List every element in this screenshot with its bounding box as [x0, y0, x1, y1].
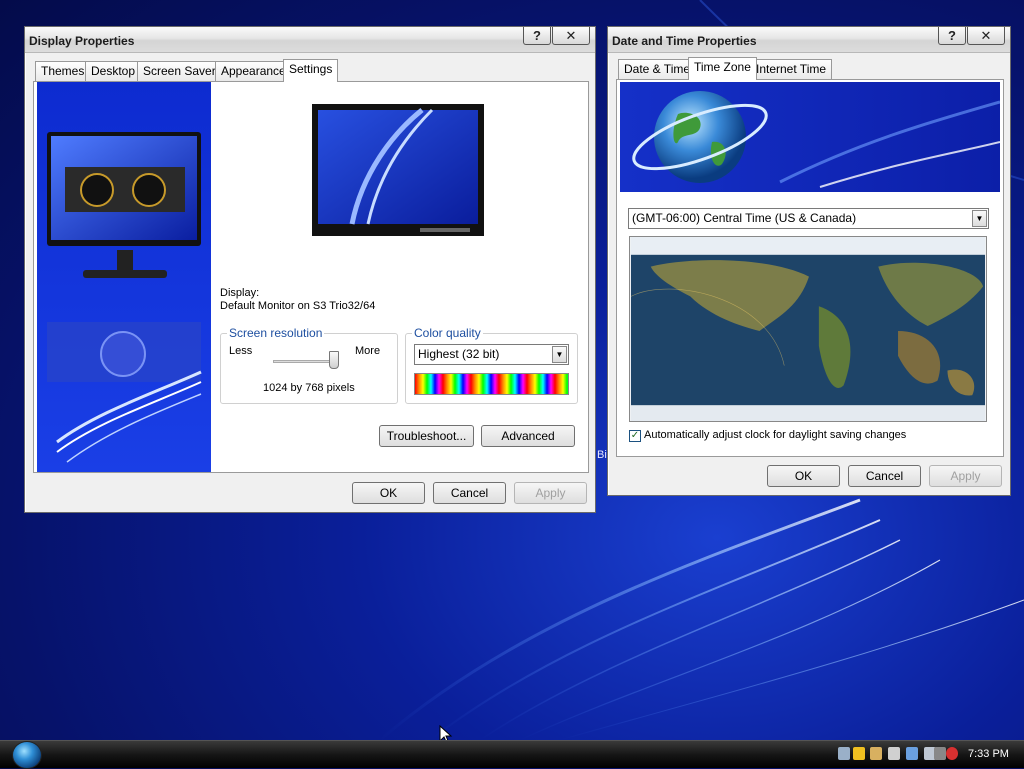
tray-app-icon[interactable]	[838, 747, 850, 760]
start-button[interactable]	[12, 741, 42, 769]
close-button[interactable]: ✕	[552, 27, 590, 45]
display-tabs: Themes Desktop Screen Saver Appearance S…	[33, 59, 593, 82]
screen-resolution-group: Screen resolution Less More 1024 by 768 …	[220, 326, 398, 404]
dst-checkbox[interactable]: ✓	[629, 430, 641, 442]
color-quality-select[interactable]: Highest (32 bit) ▼	[414, 344, 569, 365]
tab-appearance[interactable]: Appearance	[215, 61, 292, 81]
desktop-stray-text: Bi	[597, 449, 607, 461]
chevron-down-icon[interactable]: ▼	[972, 210, 987, 227]
screen-resolution-label: Screen resolution	[227, 326, 325, 340]
display-sidebar-art	[37, 82, 211, 472]
help-button[interactable]: ?	[523, 27, 551, 45]
tab-desktop[interactable]: Desktop	[85, 61, 142, 81]
display-titlebar[interactable]: Display Properties ? ✕	[25, 27, 595, 53]
display-value: Default Monitor on S3 Trio32/64	[220, 300, 376, 312]
date-time-properties-window: Date and Time Properties ? ✕ Date & Time…	[607, 26, 1011, 496]
world-map	[629, 236, 987, 422]
time-zone-select[interactable]: (GMT-06:00) Central Time (US & Canada) ▼	[628, 208, 989, 229]
taskbar-clock[interactable]: 7:33 PM	[968, 748, 1009, 760]
safely-remove-icon[interactable]	[934, 747, 946, 760]
display-label: Display:	[220, 287, 260, 299]
help-button[interactable]: ?	[938, 27, 966, 45]
tab-date-time[interactable]: Date & Time	[618, 59, 697, 79]
dst-checkbox-label: Automatically adjust clock for daylight …	[644, 429, 907, 441]
tab-screen-saver[interactable]: Screen Saver	[137, 61, 222, 81]
troubleshoot-button[interactable]: Troubleshoot...	[379, 425, 474, 447]
ok-button[interactable]: OK	[767, 465, 840, 487]
volume-icon[interactable]	[888, 747, 900, 760]
tab-settings[interactable]: Settings	[283, 59, 339, 82]
slider-less-label: Less	[229, 345, 253, 357]
apply-button[interactable]: Apply	[514, 482, 587, 504]
slider-more-label: More	[355, 345, 381, 357]
datetime-tabs: Date & Time Time Zone Internet Time	[616, 57, 1006, 80]
display-tray-icon[interactable]	[906, 747, 918, 760]
time-zone-banner	[620, 82, 1000, 192]
apply-button[interactable]: Apply	[929, 465, 1002, 487]
resolution-slider-thumb[interactable]	[329, 351, 339, 369]
close-button[interactable]: ✕	[967, 27, 1005, 45]
error-icon[interactable]	[946, 747, 958, 760]
window-title: Display Properties	[29, 34, 135, 48]
color-quality-selected: Highest (32 bit)	[418, 347, 500, 361]
settings-panel: Display: Default Monitor on S3 Trio32/64…	[33, 81, 589, 473]
tab-time-zone[interactable]: Time Zone	[688, 57, 757, 80]
tab-internet-time[interactable]: Internet Time	[750, 59, 833, 79]
datetime-titlebar[interactable]: Date and Time Properties ? ✕	[608, 27, 1010, 53]
color-spectrum-bar	[414, 373, 569, 395]
cancel-button[interactable]: Cancel	[848, 465, 921, 487]
color-quality-group: Color quality Highest (32 bit) ▼	[405, 326, 578, 404]
resolution-value: 1024 by 768 pixels	[263, 382, 355, 394]
tab-themes[interactable]: Themes	[35, 61, 91, 81]
network-tool-icon[interactable]	[870, 747, 882, 760]
monitor-preview	[312, 104, 484, 236]
color-quality-label: Color quality	[412, 326, 483, 340]
time-zone-selected: (GMT-06:00) Central Time (US & Canada)	[632, 211, 857, 225]
display-properties-window: Display Properties ? ✕ Themes Desktop Sc…	[24, 26, 596, 513]
window-title: Date and Time Properties	[612, 34, 757, 48]
advanced-button[interactable]: Advanced	[481, 425, 575, 447]
cancel-button[interactable]: Cancel	[433, 482, 506, 504]
ok-button[interactable]: OK	[352, 482, 425, 504]
time-zone-panel: (GMT-06:00) Central Time (US & Canada) ▼…	[616, 79, 1004, 457]
chevron-down-icon[interactable]: ▼	[552, 346, 567, 363]
security-shield-icon[interactable]	[853, 747, 865, 760]
